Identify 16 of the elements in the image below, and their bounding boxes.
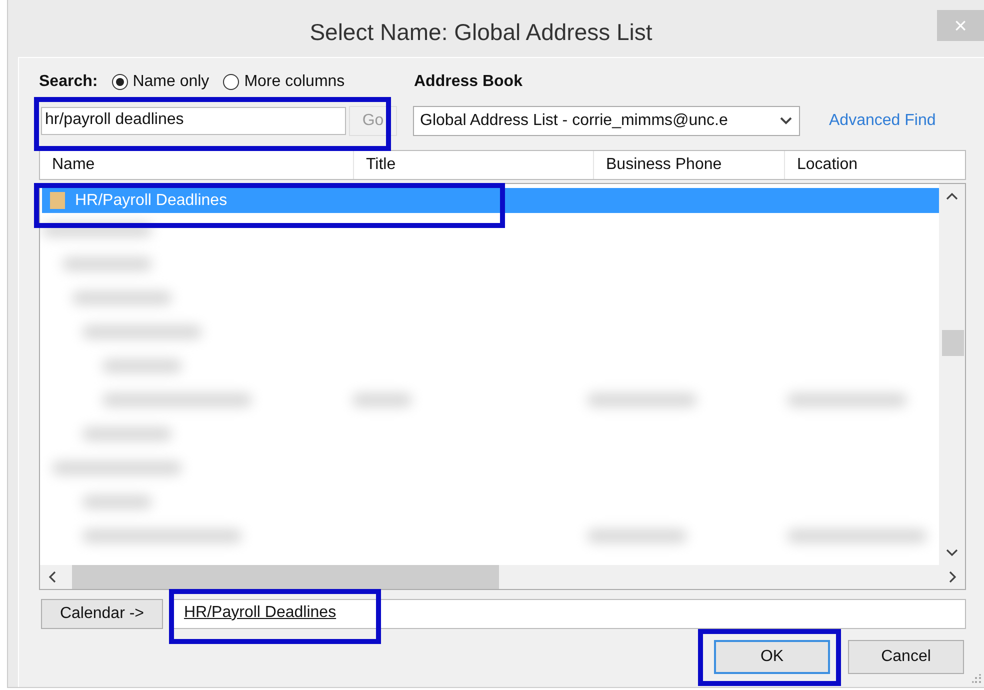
- column-header[interactable]: Title: [354, 151, 594, 179]
- radio-option[interactable]: More columns: [223, 73, 345, 91]
- column-header[interactable]: Location: [785, 151, 965, 179]
- recipient-field[interactable]: HR/Payroll Deadlines: [173, 599, 966, 629]
- dialog-button[interactable]: OK: [714, 640, 830, 674]
- radio-option[interactable]: Name only: [112, 73, 210, 91]
- address-book-label: Address Book: [414, 73, 522, 91]
- calendar-button[interactable]: Calendar ->: [41, 599, 163, 629]
- search-label: Search:: [39, 73, 98, 91]
- dialog-button[interactable]: Cancel: [848, 640, 964, 674]
- search-field[interactable]: hr/payroll deadlines: [41, 107, 346, 135]
- advanced-find-link[interactable]: Advanced Find: [829, 112, 936, 130]
- address-book-dropdown[interactable]: Global Address List - corrie_mimms@unc.e: [413, 106, 800, 136]
- column-header[interactable]: Name: [40, 151, 354, 179]
- column-header[interactable]: Business Phone: [594, 151, 785, 179]
- window-title: Select Name: Global Address List: [310, 19, 652, 47]
